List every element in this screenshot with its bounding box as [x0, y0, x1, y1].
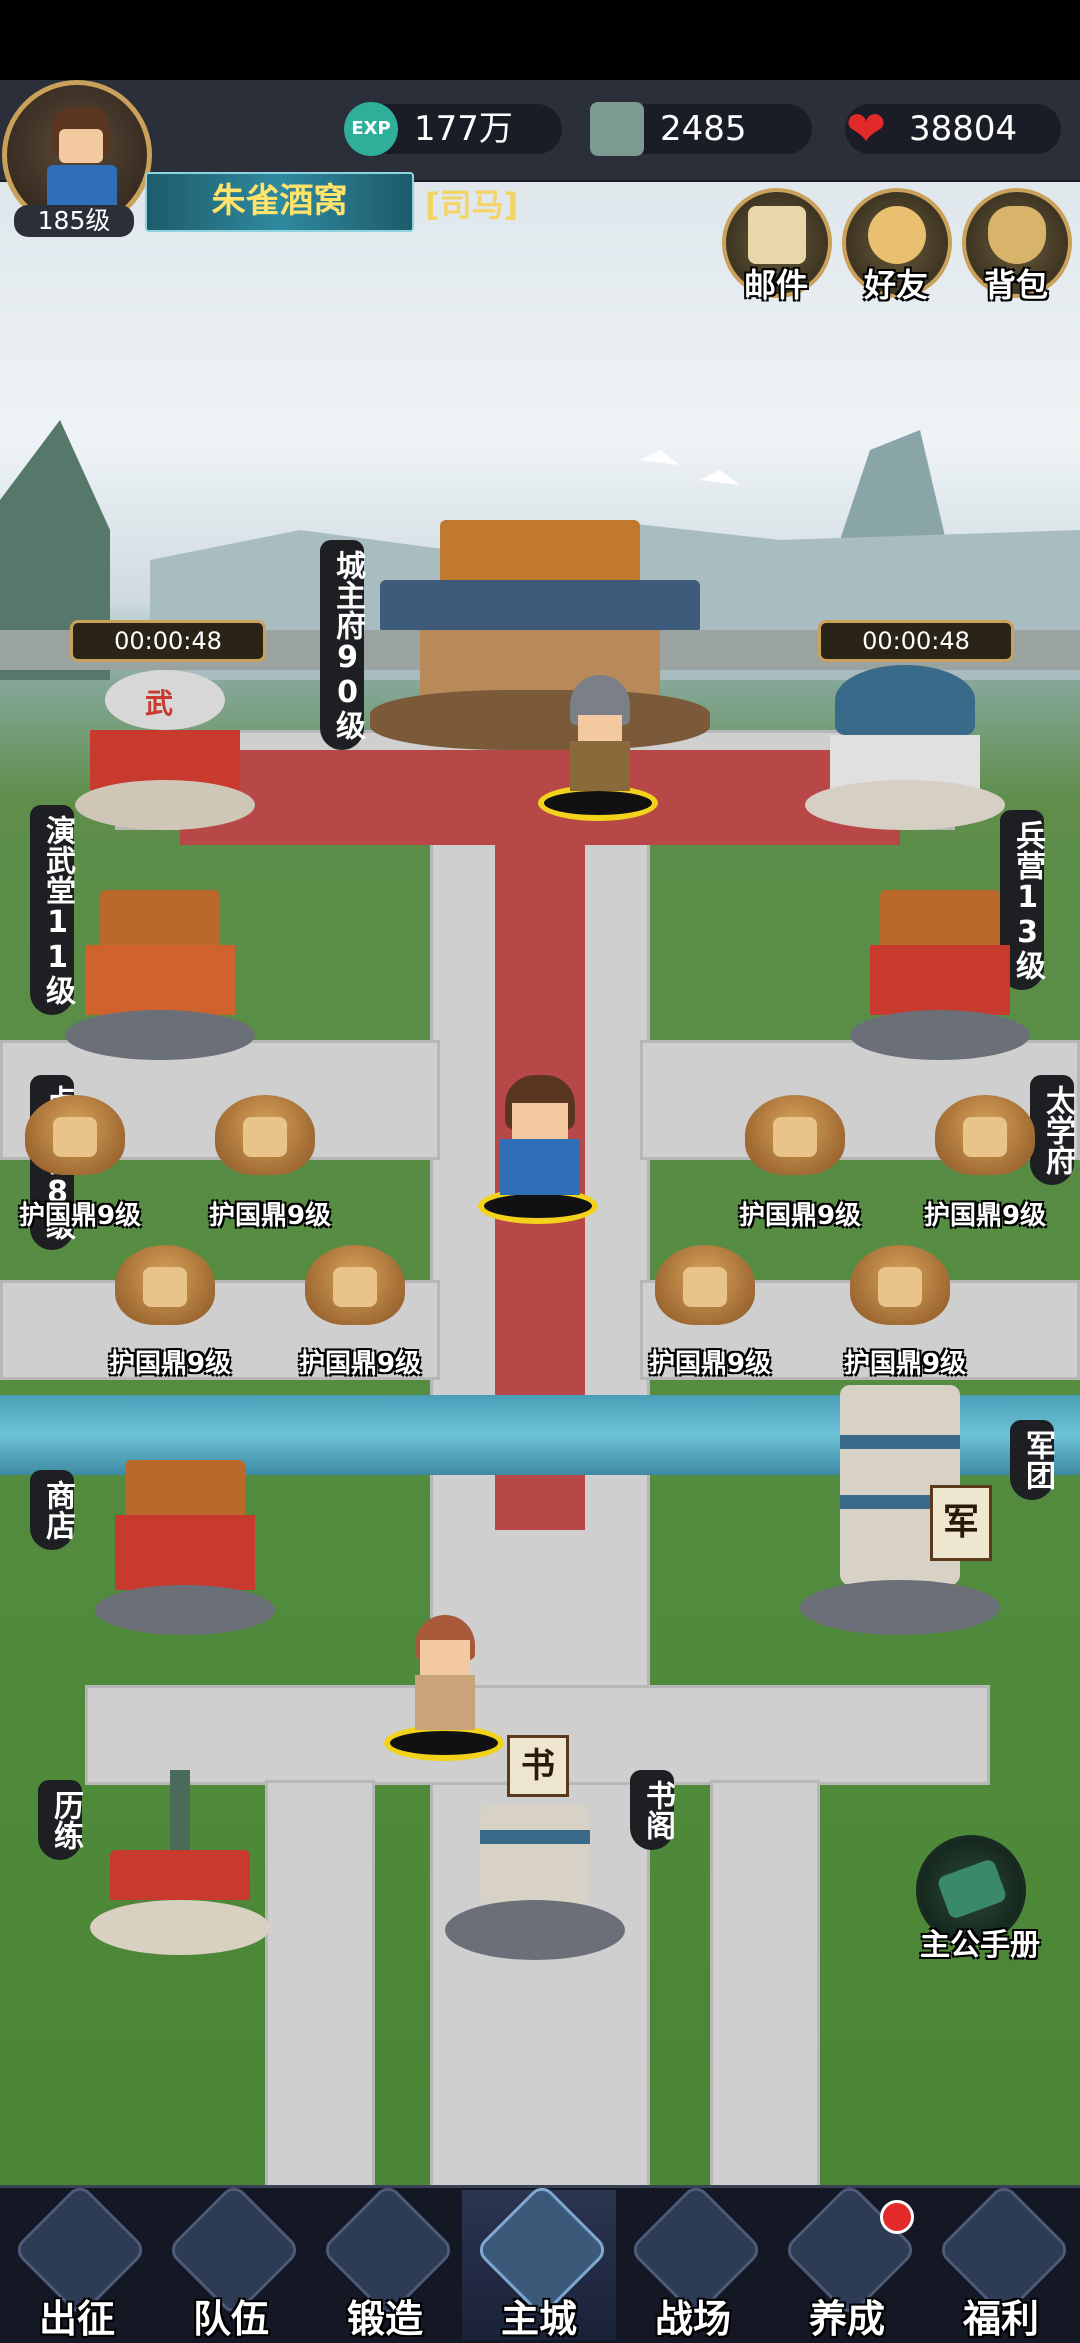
tripod-2-label: 护国鼎9级 [208, 1201, 332, 1231]
trials-hall[interactable] [90, 1770, 270, 1960]
martial-sign: 武 [145, 687, 174, 720]
letter-icon [748, 206, 806, 264]
heart-icon: ❤ [845, 101, 887, 157]
tab-cultivate-label: 养成 [808, 2297, 885, 2341]
tab-battlefield[interactable]: 战场 [616, 2182, 770, 2341]
player-name-banner[interactable]: 朱雀酒窝 [145, 172, 414, 232]
stamina-resource: ❤ 38804 [845, 102, 1061, 156]
tab-cultivate[interactable]: 养成 [770, 2182, 924, 2341]
training-hall[interactable]: 武 [75, 660, 255, 830]
tripod-5-label: 护国鼎9级 [108, 1349, 232, 1379]
scroll-icon [936, 1858, 1008, 1920]
tripod-8-label: 护国鼎9级 [843, 1349, 967, 1379]
tripod-5[interactable] [105, 1235, 225, 1345]
player-level-badge: 185级 [14, 205, 134, 237]
exp-resource: EXP 177万 [344, 102, 562, 156]
road-bottom-left [265, 1780, 375, 2185]
tab-team[interactable]: 队伍 [154, 2182, 308, 2341]
friends-label: 好友 [863, 266, 928, 304]
tripod-1[interactable] [15, 1085, 135, 1195]
exp-icon: EXP [344, 102, 398, 156]
legion-label: 军团 [1010, 1420, 1055, 1500]
mail-label: 邮件 [743, 266, 808, 304]
jade-token-icon [590, 102, 644, 156]
shop[interactable] [95, 1460, 275, 1640]
road-bottom-right [710, 1780, 820, 2185]
training-hall-timer: 00:00:48 [70, 620, 266, 662]
bag-button[interactable]: 背包 [962, 188, 1072, 304]
tripod-6[interactable] [295, 1235, 415, 1345]
tripod-3[interactable] [735, 1085, 855, 1195]
tab-main-city[interactable]: 主城 [462, 2182, 616, 2341]
lord-character[interactable] [490, 1075, 590, 1200]
status-bar [0, 0, 1080, 80]
tripod-1-label: 护国鼎9级 [18, 1201, 142, 1231]
bag-icon [988, 206, 1046, 264]
merchant-character[interactable] [395, 1615, 495, 1735]
notification-dot [880, 2200, 914, 2234]
tab-forge-label: 锻造 [346, 2297, 423, 2341]
tripod-4[interactable] [925, 1085, 1045, 1195]
tab-expedition[interactable]: 出征 [0, 2182, 154, 2341]
mail-button[interactable]: 邮件 [722, 188, 832, 304]
tab-battlefield-label: 战场 [654, 2297, 731, 2341]
legion-tower[interactable]: 军 [800, 1385, 1000, 1635]
tripod-3-label: 护国鼎9级 [738, 1201, 862, 1231]
library-tower[interactable]: 书 [445, 1735, 625, 1965]
tab-forge[interactable]: 锻造 [308, 2182, 462, 2341]
general-platform[interactable] [65, 890, 255, 1060]
jade-resource: 2485 [590, 102, 812, 156]
tripod-6-label: 护国鼎9级 [298, 1349, 422, 1379]
exp-value: 177万 [414, 109, 513, 149]
city-lord-palace[interactable] [360, 520, 720, 750]
tab-expedition-label: 出征 [38, 2297, 115, 2341]
tripod-7-label: 护国鼎9级 [648, 1349, 772, 1379]
tab-main-city-label: 主城 [500, 2297, 577, 2341]
city-lord-label: 城主府90级 [320, 540, 365, 750]
player-rank: [司马] [425, 186, 519, 224]
shop-label: 商店 [30, 1470, 75, 1550]
library-sign: 书 [507, 1735, 569, 1797]
tripod-4-label: 护国鼎9级 [923, 1201, 1047, 1231]
handbook-label: 主公手册 [920, 1928, 1040, 1963]
handshake-icon [868, 206, 926, 264]
bag-label: 背包 [983, 266, 1048, 304]
barracks-timer: 00:00:48 [818, 620, 1014, 662]
legion-flag: 军 [930, 1485, 992, 1561]
tab-welfare[interactable]: 福利 [924, 2182, 1078, 2341]
trials-label: 历练 [38, 1780, 83, 1860]
tripod-2[interactable] [205, 1085, 325, 1195]
friends-button[interactable]: 好友 [842, 188, 952, 304]
tab-welfare-label: 福利 [962, 2297, 1039, 2341]
tripod-8[interactable] [840, 1235, 960, 1345]
library-label: 书阁 [630, 1770, 675, 1850]
stamina-value: 38804 [909, 109, 1018, 149]
tripod-7[interactable] [645, 1235, 765, 1345]
academy[interactable] [850, 890, 1030, 1060]
jade-value: 2485 [660, 109, 747, 149]
tab-team-label: 队伍 [192, 2297, 269, 2341]
guard-character[interactable] [560, 675, 640, 795]
barracks[interactable] [805, 660, 1005, 830]
